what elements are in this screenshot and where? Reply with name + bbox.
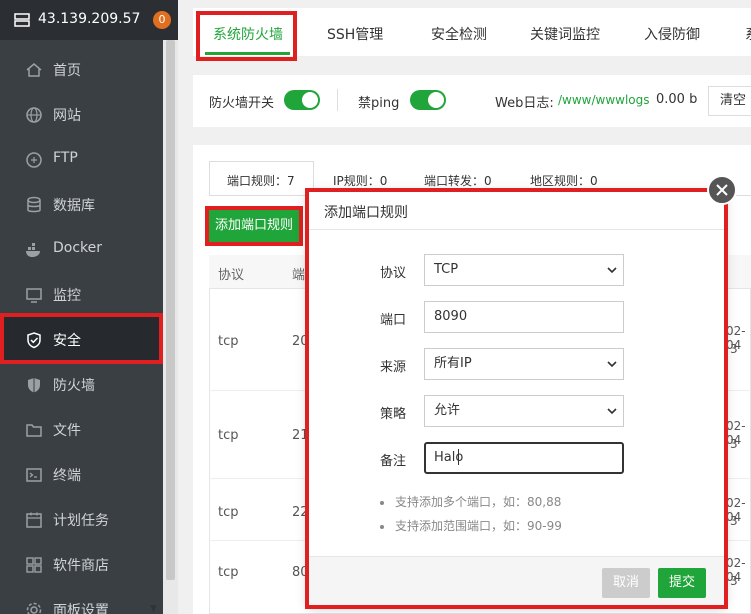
sidebar-scrollbar[interactable] — [163, 40, 178, 614]
shield-icon — [28, 378, 40, 393]
system-firewall-highlight — [196, 11, 297, 61]
sidebar-item-monitor[interactable]: 监控 — [0, 272, 163, 317]
scroll-down-arrow-icon[interactable]: ▼ — [150, 604, 157, 614]
table-cell-extra: 3 — [730, 437, 738, 451]
sidebar-item-files[interactable]: 文件 — [0, 407, 163, 452]
tab-security-check[interactable]: 安全检测 — [431, 24, 487, 44]
tab-ssh[interactable]: SSH管理 — [327, 24, 383, 44]
sidebar-item-label: 防火墙 — [53, 378, 95, 394]
firewall-switch-label: 防火墙开关 — [209, 96, 275, 111]
sidebar-item-terminal[interactable]: 终端 — [0, 452, 163, 497]
subtab-port-rules[interactable]: 端口规则：7 — [227, 172, 295, 189]
tab-intrusion-defense[interactable]: 入侵防御 — [644, 24, 700, 44]
home-icon — [26, 63, 42, 77]
column-port: 端 — [292, 268, 306, 283]
sidebar-scroll-thumb[interactable] — [166, 40, 175, 580]
sidebar-item-label: 监控 — [53, 288, 81, 304]
sidebar-item-ftp[interactable]: FTP — [0, 137, 163, 182]
sidebar-item-home[interactable]: 首页 — [0, 47, 163, 92]
server-ip[interactable]: 43.139.209.57 — [38, 11, 140, 27]
firewall-toggle[interactable] — [284, 90, 320, 110]
calendar-icon — [26, 512, 42, 528]
close-button[interactable] — [707, 175, 737, 205]
subtab-port-forward[interactable]: 端口转发：0 — [424, 172, 492, 189]
column-protocol: 协议 — [218, 268, 245, 283]
settings-icon — [26, 602, 42, 614]
sidebar-item-settings[interactable]: 面板设置 — [0, 587, 163, 614]
close-icon — [716, 184, 728, 196]
folder-icon — [26, 424, 42, 437]
add-rule-highlight — [205, 206, 303, 246]
table-cell-protocol: tcp — [218, 334, 239, 349]
sidebar-item-label: Docker — [53, 240, 103, 256]
subtab-region-rules[interactable]: 地区规则：0 — [530, 172, 598, 189]
ftp-icon — [26, 152, 42, 168]
sidebar-item-label: FTP — [53, 150, 78, 166]
server-icon — [14, 13, 30, 27]
sidebar-item-firewall[interactable]: 防火墙 — [0, 362, 163, 407]
dialog-highlight — [305, 188, 728, 609]
table-cell-protocol: tcp — [218, 565, 239, 580]
monitor-icon — [26, 288, 42, 303]
tab-more[interactable]: 系 — [745, 24, 751, 44]
database-icon — [27, 196, 41, 213]
sidebar-item-label: 面板设置 — [53, 603, 109, 614]
sidebar-item-label: 软件商店 — [53, 558, 109, 574]
ping-toggle[interactable] — [410, 90, 446, 110]
table-cell-protocol: tcp — [218, 428, 239, 443]
divider — [337, 89, 338, 111]
web-log-label: Web日志: — [495, 96, 554, 111]
sidebar-item-label: 计划任务 — [53, 513, 109, 529]
sidebar-item-label: 文件 — [53, 423, 81, 439]
web-log-size: 0.00 b — [656, 92, 698, 107]
clear-log-button[interactable]: 清空 — [708, 86, 751, 116]
message-badge[interactable]: 0 — [153, 11, 171, 29]
table-cell-extra: 3 — [730, 514, 738, 528]
sidebar-item-cron[interactable]: 计划任务 — [0, 497, 163, 542]
globe-icon — [26, 107, 42, 123]
sidebar-item-website[interactable]: 网站 — [0, 92, 163, 137]
ping-label: 禁ping — [358, 96, 400, 111]
sidebar-item-label: 数据库 — [53, 198, 95, 214]
table-cell-extra: 3 — [730, 574, 738, 588]
table-cell-extra: 3 — [730, 342, 738, 356]
subtab-ip-rules[interactable]: IP规则：0 — [333, 172, 387, 189]
tab-keyword-monitor[interactable]: 关键词监控 — [530, 24, 600, 44]
security-highlight — [0, 313, 163, 364]
terminal-icon — [26, 468, 42, 482]
sidebar-item-database[interactable]: 数据库 — [0, 182, 163, 227]
sidebar-item-label: 网站 — [53, 108, 81, 124]
sidebar-item-label: 终端 — [53, 468, 81, 484]
sidebar-header: 43.139.209.57 0 — [0, 0, 178, 40]
table-cell-protocol: tcp — [218, 505, 239, 520]
web-log-path-link[interactable]: /www/wwwlogs — [558, 93, 650, 107]
sidebar: 43.139.209.57 0 首页 网站 FTP 数据库 Docker 监控 … — [0, 0, 178, 614]
sidebar-item-label: 首页 — [53, 63, 81, 79]
sidebar-item-docker[interactable]: Docker — [0, 227, 163, 272]
sidebar-item-app-store[interactable]: 软件商店 — [0, 542, 163, 587]
grid-icon — [26, 557, 42, 573]
docker-icon — [26, 243, 40, 257]
